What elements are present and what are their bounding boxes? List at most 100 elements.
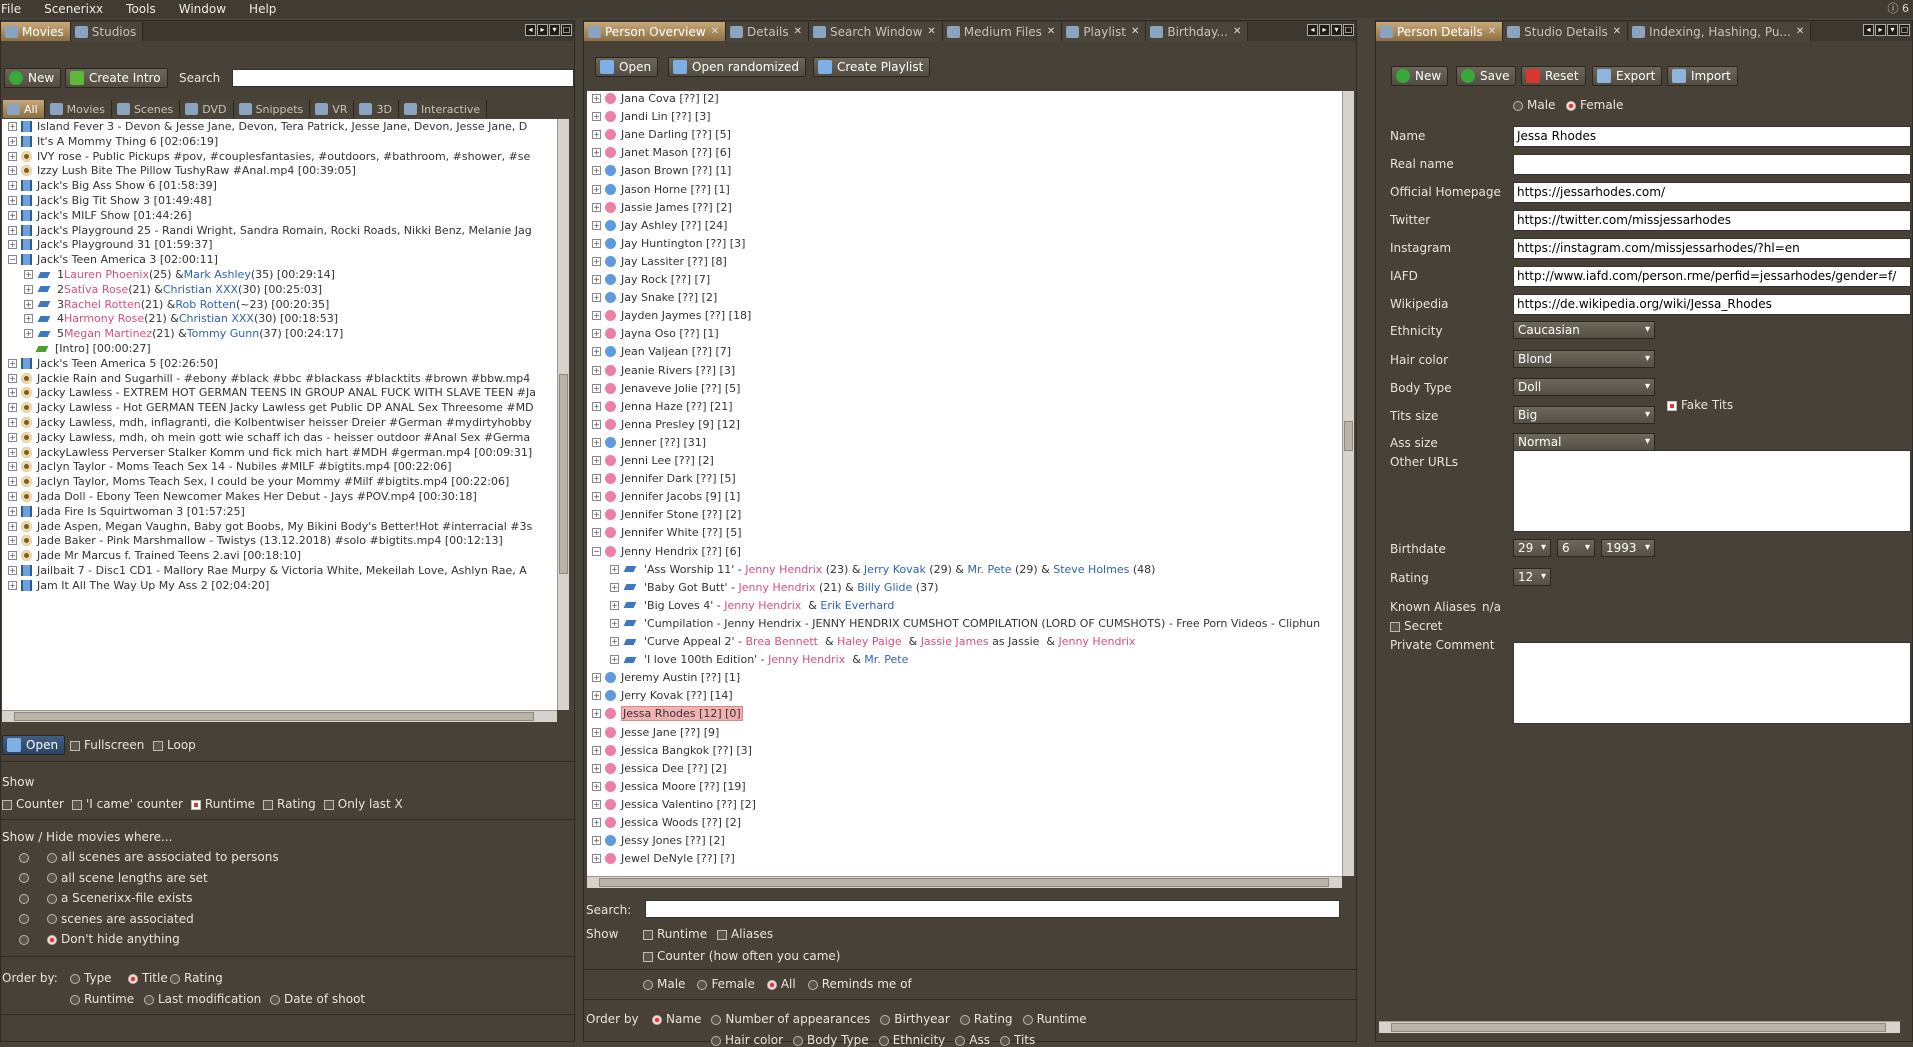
import-button[interactable]: Import	[1667, 66, 1738, 86]
ass-size-select[interactable]: Normal	[1513, 433, 1655, 451]
new-person-button[interactable]: New	[1391, 66, 1449, 86]
movie-row[interactable]: + Island Fever 3 - Devon & Jesse Jane, De…	[8, 119, 527, 134]
hide-option-radio[interactable]: all scene lengths are set	[19, 871, 208, 885]
person-scene-row[interactable]: + 'Ass Worship 11' - Jenny Hendrix (23) &…	[610, 562, 1155, 577]
birth-month-select[interactable]: 6	[1557, 539, 1595, 557]
scene-row[interactable]: +4 Harmony Rose (21) & Christian XXX (30…	[24, 311, 338, 326]
tab-playlist[interactable]: Playlist ✕	[1062, 22, 1147, 41]
tab-movies[interactable]: Movies	[1, 22, 71, 41]
hide-option-radio[interactable]: all scenes are associated to persons	[19, 850, 279, 864]
twitter-field[interactable]: https://twitter.com/missjessarhodes	[1513, 210, 1911, 231]
expand-icon[interactable]: +	[8, 136, 17, 146]
tits-size-select[interactable]: Big	[1513, 406, 1655, 424]
person-row[interactable]: + Jayna Oso [??] [1]	[592, 326, 719, 341]
export-button[interactable]: Export	[1592, 66, 1663, 86]
movie-row[interactable]: + Jack's Playground 25 - Randi Wright, Sa…	[8, 223, 532, 238]
movie-tree-vscroll[interactable]	[557, 119, 569, 710]
counter-checkbox[interactable]: Counter	[2, 797, 64, 811]
rating-checkbox[interactable]: Rating	[263, 797, 316, 811]
hide-option-radio[interactable]: scenes are associated	[19, 912, 194, 926]
expand-icon[interactable]: +	[592, 528, 601, 538]
scene-row[interactable]: +1 Lauren Phoenix (25) & Mark Ashley (35…	[24, 267, 335, 282]
name-field[interactable]: Jessa Rhodes	[1513, 126, 1911, 147]
tab-next-icon[interactable]: ▸	[537, 24, 548, 36]
tab-list-icon[interactable]: ▾	[1331, 24, 1342, 36]
expand-icon[interactable]: +	[8, 358, 17, 368]
counter-checkbox[interactable]: Counter (how often you came)	[643, 949, 840, 963]
movie-row[interactable]: + Jack's Teen America 5 [02:26:50]	[8, 356, 218, 371]
tab-next-icon[interactable]: ▸	[1319, 24, 1330, 36]
create-playlist-button[interactable]: Create Playlist	[813, 57, 931, 77]
filter-tab-snippets[interactable]: Snippets	[234, 100, 311, 118]
new-movie-button[interactable]: New	[4, 68, 62, 88]
tab-list-icon[interactable]: ▾	[549, 24, 560, 36]
radio-runtime[interactable]: Runtime	[1022, 1012, 1087, 1026]
tab-prev-icon[interactable]: ◂	[1307, 24, 1318, 36]
scene-row[interactable]: +5 Megan Martinez (21) & Tommy Gunn (37)…	[24, 326, 343, 341]
expand-icon[interactable]: +	[592, 818, 601, 827]
expand-icon[interactable]: +	[24, 314, 33, 324]
tab-maximize-icon[interactable]: □	[561, 24, 572, 36]
movie-tree[interactable]: + Island Fever 3 - Devon & Jesse Jane, De…	[2, 119, 557, 710]
tab-maximize-icon[interactable]: □	[1899, 24, 1910, 36]
menu-tools[interactable]: Tools	[116, 2, 169, 16]
secret-checkbox[interactable]: Secret	[1390, 619, 1442, 633]
person-scene-row[interactable]: + 'Baby Got Butt' - Jenny Hendrix (21) & …	[610, 580, 938, 595]
expand-icon[interactable]: +	[8, 122, 17, 131]
radio-hair-color[interactable]: Hair color	[711, 1033, 783, 1047]
expand-icon[interactable]: +	[8, 477, 17, 487]
instagram-field[interactable]: https://instagram.com/missjessarhodes/?h…	[1513, 238, 1911, 259]
person-row[interactable]: + Jane Darling [??] [5]	[592, 127, 731, 142]
radio-female[interactable]: Female	[697, 977, 755, 991]
person-row[interactable]: + Jana Cova [??] [2]	[592, 91, 719, 106]
expand-icon[interactable]: +	[592, 202, 601, 212]
expand-icon[interactable]: +	[592, 709, 601, 719]
save-button[interactable]: Save	[1456, 66, 1517, 86]
movie-row[interactable]: + Jade Aspen, Megan Vaughn, Baby got Boob…	[8, 519, 532, 534]
expand-icon[interactable]: +	[610, 564, 619, 574]
expand-icon[interactable]: +	[592, 112, 601, 122]
expand-icon[interactable]: +	[592, 329, 601, 339]
male-radio[interactable]: Male	[1513, 98, 1555, 112]
expand-icon[interactable]: +	[8, 566, 17, 575]
tab-details[interactable]: Details ✕	[726, 22, 810, 41]
radio-body-type[interactable]: Body Type	[793, 1033, 869, 1047]
movie-row[interactable]: + Jacky Lawless, mdh, oh mein gott wie sc…	[8, 430, 530, 445]
movie-row[interactable]: + It's A Mommy Thing 6 [02:06:19]	[8, 134, 218, 149]
filter-tab-movies[interactable]: Movies	[45, 100, 112, 118]
radio-ass[interactable]: Ass	[955, 1033, 990, 1047]
radio-male[interactable]: Male	[643, 977, 685, 991]
info-icon[interactable]: ⓘ 6	[1888, 0, 1910, 16]
expand-icon[interactable]: +	[592, 383, 601, 393]
movie-tree-hscroll[interactable]	[2, 710, 557, 722]
runtime-checkbox[interactable]: Runtime	[190, 797, 255, 811]
person-tree-hscroll[interactable]	[587, 876, 1342, 888]
filter-tab-all[interactable]: All	[3, 100, 45, 118]
other-urls-textarea[interactable]	[1513, 450, 1911, 532]
expand-icon[interactable]: +	[592, 130, 601, 140]
radio-tits[interactable]: Tits	[999, 1033, 1035, 1047]
expand-icon[interactable]: +	[24, 329, 33, 339]
movie-row[interactable]: + Jade Baker - Pink Marshmallow - Twistys…	[8, 533, 503, 548]
filter-tab-3d[interactable]: 3D	[355, 100, 399, 118]
expand-icon[interactable]: +	[8, 196, 17, 205]
order-type-radio[interactable]: Type	[70, 971, 112, 985]
menu-file[interactable]: File	[0, 2, 34, 16]
menu-window[interactable]: Window	[169, 2, 239, 16]
radio-reminds-me-of[interactable]: Reminds me of	[807, 977, 912, 991]
tab-next-icon[interactable]: ▸	[1875, 24, 1886, 36]
expand-icon[interactable]: +	[592, 365, 601, 375]
person-row[interactable]: + Jay Snake [??] [2]	[592, 290, 717, 305]
person-scene-row[interactable]: + 'Curve Appeal 2' - Brea Bennett & Haley…	[610, 634, 1136, 649]
person-scene-row[interactable]: + 'Cumpilation - Jenny Hendrix - JENNY HE…	[610, 616, 1320, 631]
expand-icon[interactable]: +	[592, 854, 601, 864]
close-icon[interactable]: ✕	[711, 26, 719, 37]
expand-icon[interactable]: +	[8, 492, 17, 501]
expand-icon[interactable]: +	[8, 388, 17, 398]
movie-row[interactable]: + Jaclyn Taylor, Moms Teach Sex, I could …	[8, 474, 509, 489]
person-row[interactable]: + Jay Huntington [??] [3]	[592, 236, 745, 251]
close-icon[interactable]: ✕	[1233, 26, 1241, 37]
radio-name[interactable]: Name	[652, 1012, 701, 1026]
expand-icon[interactable]: +	[8, 151, 17, 161]
scene-row[interactable]: +3 Rachel Rotten (21) & Rob Rotten (~23)…	[24, 297, 329, 312]
